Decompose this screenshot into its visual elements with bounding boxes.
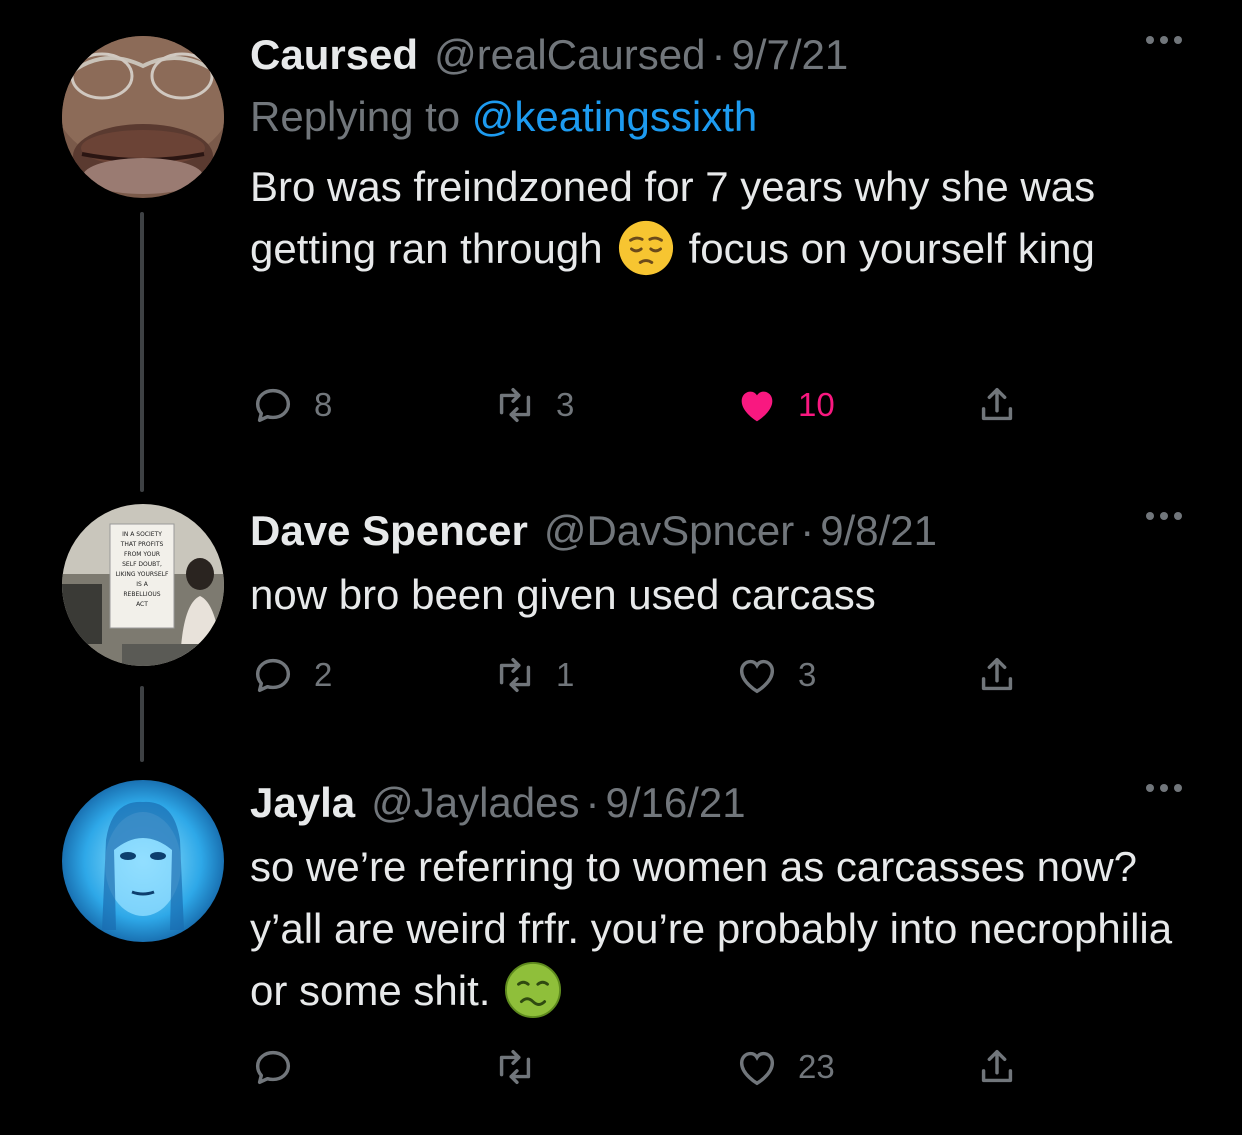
user-handle[interactable]: @DavSpncer	[544, 506, 794, 556]
avatar-jayla[interactable]	[62, 780, 224, 942]
tweet-caursed[interactable]: Caursed @realCaursed · 9/7/21 Replying t…	[0, 0, 1242, 492]
retweet-icon	[499, 1049, 531, 1085]
tweet-date[interactable]: 9/7/21	[731, 30, 848, 80]
tweet-dave-spencer[interactable]: IN A SOCIETY THAT PROFITS FROM YOUR SELF…	[0, 490, 1242, 766]
like-button[interactable]: 3	[734, 652, 816, 698]
avatar-dave-spencer[interactable]: IN A SOCIETY THAT PROFITS FROM YOUR SELF…	[62, 504, 224, 666]
poster-text: IS A	[136, 581, 148, 588]
tweet-text: Bro was freindzoned for 7 years why she …	[250, 156, 1182, 285]
more-options-icon[interactable]	[1146, 512, 1182, 520]
tweet-text: so we’re referring to women as carcasses…	[250, 836, 1182, 1027]
share-icon	[981, 657, 1013, 691]
display-name[interactable]: Caursed	[250, 30, 418, 80]
like-count: 23	[798, 1048, 835, 1085]
heart-filled-icon	[741, 391, 773, 422]
pensive-face-emoji	[618, 220, 673, 275]
share-icon	[981, 387, 1013, 421]
share-button[interactable]	[974, 1044, 1020, 1090]
poster-text: THAT PROFITS	[120, 541, 164, 548]
tweet-text-part: so we’re referring to women as carcasses…	[250, 843, 1173, 1014]
tweet-jayla[interactable]: Jayla @Jaylades · 9/16/21 so we’re refer…	[0, 766, 1242, 1135]
share-button[interactable]	[974, 382, 1020, 428]
replying-to-label: Replying to	[250, 93, 461, 140]
poster-text: SELF DOUBT,	[122, 561, 162, 568]
separator-dot: ·	[711, 31, 726, 78]
thread-line	[140, 212, 144, 492]
tweet-date[interactable]: 9/16/21	[606, 778, 746, 828]
tweet-header: Caursed @realCaursed · 9/7/21	[250, 30, 1182, 80]
heart-icon	[739, 1051, 775, 1086]
nauseated-face-emoji	[505, 961, 562, 1018]
poster-text: FROM YOUR	[124, 551, 160, 558]
poster-text: ACT	[136, 601, 148, 608]
more-options-icon[interactable]	[1146, 36, 1182, 44]
like-button[interactable]: 10	[734, 382, 835, 428]
heart-icon	[739, 659, 775, 694]
reply-count: 8	[314, 386, 333, 423]
retweet-count: 3	[556, 386, 575, 423]
retweet-button[interactable]: 3	[492, 382, 574, 428]
avatar-caursed[interactable]	[62, 36, 224, 198]
separator-dot: ·	[800, 507, 815, 554]
tweet-header: Jayla @Jaylades · 9/16/21	[250, 778, 1182, 828]
mention-link[interactable]: @keatingssixth	[472, 93, 757, 140]
more-options-icon[interactable]	[1146, 784, 1182, 792]
reply-icon	[255, 1050, 291, 1085]
poster-text: LIKING YOURSELF	[116, 571, 169, 578]
reply-button[interactable]: 2	[250, 652, 332, 698]
tweet-header: Dave Spencer @DavSpncer · 9/8/21	[250, 506, 1182, 556]
reply-icon	[255, 388, 291, 423]
retweet-icon	[499, 387, 531, 423]
retweet-button[interactable]	[492, 1044, 556, 1090]
like-button[interactable]: 23	[734, 1044, 835, 1090]
like-count: 3	[798, 656, 817, 693]
user-handle[interactable]: @realCaursed	[434, 30, 705, 80]
reply-count: 2	[314, 656, 333, 693]
replying-to: Replying to @keatingssixth	[250, 92, 1182, 142]
retweet-count: 1	[556, 656, 575, 693]
separator-dot: ·	[585, 779, 600, 826]
display-name[interactable]: Jayla	[250, 778, 355, 828]
tweet-text-part: focus on yourself king	[688, 225, 1095, 272]
user-handle[interactable]: @Jaylades	[371, 778, 579, 828]
share-icon	[981, 1049, 1013, 1083]
tweet-date[interactable]: 9/8/21	[820, 506, 937, 556]
poster-text: IN A SOCIETY	[122, 531, 162, 538]
share-button[interactable]	[974, 652, 1020, 698]
reply-button[interactable]: 8	[250, 382, 332, 428]
like-count: 10	[798, 386, 835, 423]
retweet-button[interactable]: 1	[492, 652, 574, 698]
reply-button[interactable]	[250, 1044, 314, 1090]
display-name[interactable]: Dave Spencer	[250, 506, 528, 556]
reply-icon	[255, 658, 291, 693]
retweet-icon	[499, 657, 531, 693]
thread-line	[140, 686, 144, 762]
tweet-text: now bro been given used carcass	[250, 571, 876, 618]
poster-text: REBELLIOUS	[123, 591, 160, 598]
